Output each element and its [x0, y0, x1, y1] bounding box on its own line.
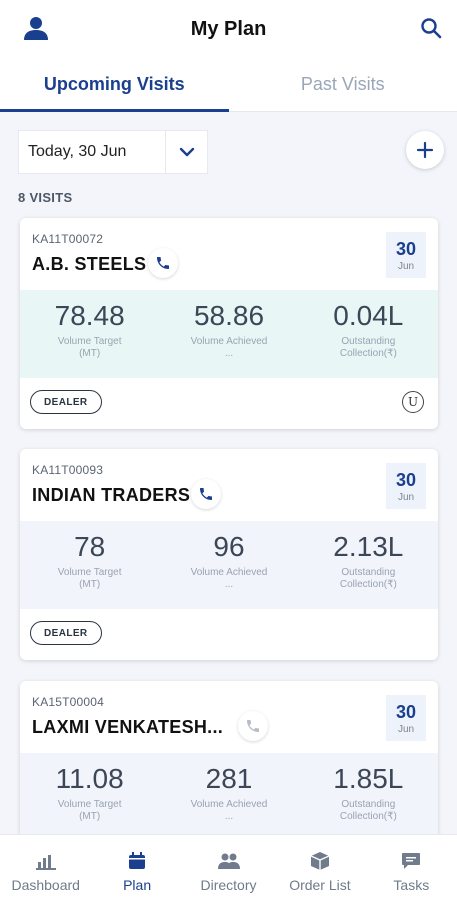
outstanding-collection-metric: 2.13L Outstanding Collection(₹): [299, 521, 438, 609]
metric-value: 1.85L: [333, 763, 404, 794]
visit-day: 30: [395, 701, 417, 722]
metric-label: Outstanding Collection(₹): [339, 799, 397, 822]
top-bar: My Plan: [0, 0, 457, 58]
nav-plan[interactable]: Plan: [91, 835, 182, 900]
people-icon: [217, 851, 240, 871]
date-filter: Today, 30 Jun: [18, 130, 208, 174]
nav-label: Tasks: [393, 877, 430, 893]
calendar-icon: [126, 851, 148, 871]
add-visit-button[interactable]: [406, 131, 444, 169]
metric-label: Volume Target (MT): [57, 336, 122, 359]
plus-icon: [416, 141, 434, 159]
person-icon: [24, 17, 48, 40]
metric-label: Volume Achieved ...: [190, 799, 268, 822]
tab-past-visits[interactable]: Past Visits: [229, 58, 457, 111]
page-title: My Plan: [190, 17, 267, 40]
dealer-tag: DEALER: [30, 390, 102, 414]
visit-card[interactable]: KA15T00004 LAXMI VENKATESH... 30 Jun 11.…: [20, 681, 438, 834]
nav-label: Dashboard: [11, 877, 80, 893]
metric-value: 78.48: [54, 300, 125, 331]
nav-tasks[interactable]: Tasks: [366, 835, 457, 900]
box-icon: [309, 851, 331, 871]
visit-month: Jun: [397, 491, 415, 503]
visit-metrics: 78 Volume Target (MT) 96 Volume Achieved…: [20, 521, 438, 609]
search-button[interactable]: [419, 16, 443, 40]
metric-value: 11.08: [55, 763, 124, 794]
metric-value: 0.04L: [333, 300, 404, 331]
metric-value: 78: [74, 531, 106, 562]
customer-name: LAXMI VENKATESH...: [32, 717, 224, 737]
dealer-tag: DEALER: [30, 621, 102, 645]
visit-date-badge: 30 Jun: [386, 463, 426, 509]
volume-target-metric: 78.48 Volume Target (MT): [20, 290, 159, 378]
call-button[interactable]: [191, 479, 221, 509]
profile-button[interactable]: [22, 14, 50, 42]
search-icon: [421, 18, 442, 39]
volume-achieved-metric: 96 Volume Achieved ...: [159, 521, 298, 609]
visit-day: 30: [395, 238, 417, 259]
nav-dashboard[interactable]: Dashboard: [0, 835, 91, 900]
visit-month: Jun: [397, 260, 415, 272]
metric-label: Outstanding Collection(₹): [339, 336, 397, 359]
date-dropdown-button[interactable]: [166, 130, 208, 174]
visit-month: Jun: [397, 723, 415, 735]
visit-card[interactable]: KA11T00093 INDIAN TRADERS 30 Jun 78 Volu…: [20, 449, 438, 660]
outstanding-collection-metric: 1.85L Outstanding Collection(₹): [299, 753, 438, 834]
customer-code: KA11T00072: [32, 232, 104, 246]
call-button[interactable]: [148, 248, 178, 278]
date-selector[interactable]: Today, 30 Jun: [18, 130, 166, 174]
volume-target-metric: 11.08 Volume Target (MT): [20, 753, 159, 834]
u-badge-icon: U: [402, 391, 424, 413]
nav-label: Order List: [289, 877, 351, 893]
outstanding-collection-metric: 0.04L Outstanding Collection(₹): [299, 290, 438, 378]
metric-label: Outstanding Collection(₹): [339, 567, 397, 590]
bottom-navigation: Dashboard Plan Directory Order List Task…: [0, 834, 457, 900]
nav-label: Plan: [123, 877, 152, 893]
customer-name: INDIAN TRADERS: [32, 485, 191, 505]
visits-count: 8 VISITS: [18, 190, 73, 205]
phone-icon: [157, 257, 169, 269]
metric-value: 96: [213, 531, 245, 562]
visit-date-badge: 30 Jun: [386, 232, 426, 278]
chat-icon: [400, 851, 422, 871]
metric-label: Volume Target (MT): [57, 567, 122, 590]
visits-content: Today, 30 Jun 8 VISITS KA11T00072 A.B. S…: [0, 112, 457, 834]
bar-chart-icon: [35, 851, 57, 871]
customer-code: KA15T00004: [32, 695, 105, 709]
phone-icon: [200, 488, 212, 500]
nav-directory[interactable]: Directory: [183, 835, 274, 900]
visit-day: 30: [395, 469, 417, 490]
volume-target-metric: 78 Volume Target (MT): [20, 521, 159, 609]
metric-value: 281: [205, 763, 253, 794]
metric-label: Volume Achieved ...: [190, 336, 268, 359]
metric-label: Volume Achieved ...: [190, 567, 268, 590]
metric-value: 2.13L: [333, 531, 404, 562]
visit-date-badge: 30 Jun: [386, 695, 426, 741]
visit-metrics: 78.48 Volume Target (MT) 58.86 Volume Ac…: [20, 290, 438, 378]
phone-icon: [247, 720, 259, 732]
visit-metrics: 11.08 Volume Target (MT) 281 Volume Achi…: [20, 753, 438, 834]
visit-card[interactable]: KA11T00072 A.B. STEELS 30 Jun 78.48 Volu…: [20, 218, 438, 429]
call-button-disabled[interactable]: [238, 711, 268, 741]
customer-name: A.B. STEELS: [32, 254, 147, 274]
metric-value: 58.86: [193, 300, 265, 331]
visit-tabs: Upcoming Visits Past Visits: [0, 58, 457, 112]
nav-order-list[interactable]: Order List: [274, 835, 365, 900]
volume-achieved-metric: 58.86 Volume Achieved ...: [159, 290, 298, 378]
tab-upcoming-visits[interactable]: Upcoming Visits: [0, 58, 229, 112]
volume-achieved-metric: 281 Volume Achieved ...: [159, 753, 298, 834]
nav-label: Directory: [200, 877, 257, 893]
chevron-down-icon: [179, 147, 194, 157]
customer-code: KA11T00093: [32, 463, 104, 477]
metric-label: Volume Target (MT): [57, 799, 122, 822]
